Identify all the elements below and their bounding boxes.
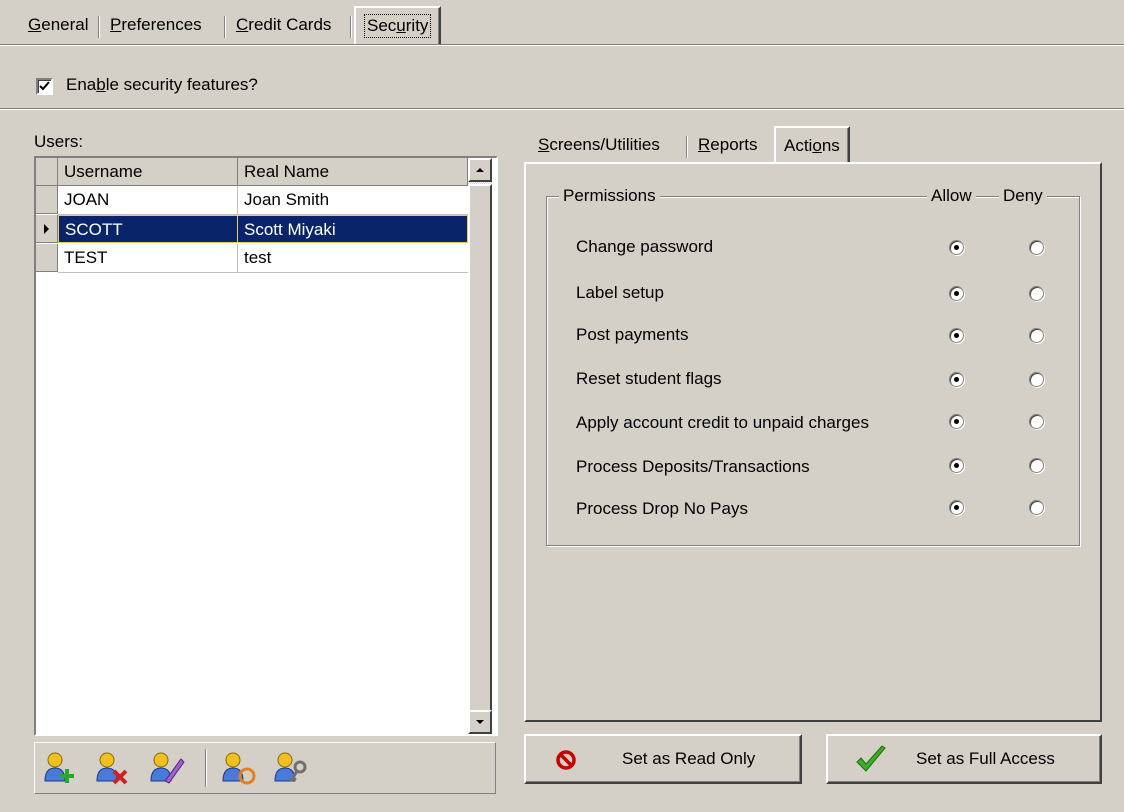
allow-radio-apply-account-credit[interactable] (949, 414, 964, 429)
allow-radio-label-setup[interactable] (949, 286, 964, 301)
permission-label: Reset student flags (576, 369, 722, 388)
row-indicator (36, 215, 58, 243)
delete-user-button[interactable] (95, 751, 131, 785)
users-label: Users: (34, 132, 84, 151)
allow-radio-process-deposits[interactable] (949, 458, 964, 473)
scroll-up-button[interactable] (468, 158, 492, 182)
table-row-username[interactable]: JOAN (58, 186, 238, 214)
deny-radio-process-drop-no-pays[interactable] (1029, 500, 1044, 515)
allow-radio-post-payments[interactable] (949, 328, 964, 343)
deny-radio-process-deposits[interactable] (1029, 458, 1044, 473)
tab-general-rest: eneral (41, 15, 89, 34)
allow-radio-reset-student-flags[interactable] (949, 372, 964, 387)
delete-user-icon (96, 752, 128, 785)
arrow-up-icon (476, 168, 484, 172)
users-vertical-scrollbar[interactable] (468, 158, 492, 734)
permissions-group-label: Permissions (559, 187, 660, 205)
tab-credit-cards[interactable]: Credit Cards (228, 8, 339, 42)
tab-security[interactable]: Security (354, 6, 442, 44)
users-toolbar (34, 742, 496, 794)
enable-security-label[interactable]: Enable security features? (66, 74, 258, 96)
add-user-icon (44, 752, 74, 783)
table-row-real-name-selected[interactable]: Scott Miyaki (238, 215, 468, 243)
copy-user-icon (222, 752, 256, 785)
deny-radio-change-password[interactable] (1029, 240, 1044, 255)
deny-radio-reset-student-flags[interactable] (1029, 372, 1044, 387)
set-read-only-button[interactable]: Set as Read Only (524, 734, 802, 784)
copy-user-button[interactable] (221, 751, 257, 785)
set-full-access-button[interactable]: Set as Full Access (826, 734, 1102, 784)
tab-reports[interactable]: Reports (690, 128, 766, 162)
no-entry-icon (556, 750, 576, 770)
table-row-real-name[interactable]: test (238, 244, 468, 272)
arrow-down-icon (476, 720, 484, 724)
check-mark-icon (39, 81, 50, 91)
grid-corner (36, 158, 58, 186)
table-row-username[interactable]: TEST (58, 244, 238, 272)
allow-radio-process-drop-no-pays[interactable] (949, 500, 964, 515)
check-icon (856, 745, 886, 772)
permission-label: Label setup (576, 283, 664, 302)
tab-preferences[interactable]: Preferences (102, 8, 210, 42)
table-row-username-selected[interactable]: SCOTT (58, 215, 238, 243)
add-user-button[interactable] (43, 751, 79, 785)
user-password-button[interactable] (273, 751, 309, 785)
enable-security-checkbox[interactable] (36, 78, 53, 95)
permission-label: Change password (576, 237, 714, 256)
column-header-username[interactable]: Username (58, 158, 238, 186)
tab-actions[interactable]: Actions (774, 126, 850, 164)
column-header-real-name[interactable]: Real Name (238, 158, 468, 186)
tab-general[interactable]: General (20, 8, 97, 42)
edit-user-icon (150, 752, 185, 784)
set-full-access-label: Set as Full Access (916, 749, 1055, 768)
permission-label: Process Deposits/Transactions (576, 457, 810, 476)
edit-user-button[interactable] (149, 751, 185, 785)
table-row-real-name[interactable]: Joan Smith (238, 186, 468, 214)
current-row-arrow-icon (44, 224, 49, 234)
set-read-only-label: Set as Read Only (622, 749, 756, 768)
deny-radio-apply-account-credit[interactable] (1029, 414, 1044, 429)
allow-column-label: Allow (927, 187, 976, 205)
permission-label: Apply account credit to unpaid charges (576, 413, 869, 432)
deny-radio-post-payments[interactable] (1029, 328, 1044, 343)
users-grid[interactable]: Username Real Name JOAN Joan Smith SCOTT… (34, 156, 498, 736)
scroll-down-button[interactable] (468, 710, 492, 734)
permission-label: Post payments (576, 325, 689, 344)
deny-column-label: Deny (999, 187, 1047, 205)
tab-screens-utilities[interactable]: Screens/Utilities (530, 128, 668, 162)
scroll-thumb[interactable] (468, 184, 492, 714)
user-password-icon (274, 752, 307, 782)
deny-radio-label-setup[interactable] (1029, 286, 1044, 301)
allow-radio-change-password[interactable] (949, 240, 964, 255)
permission-label: Process Drop No Pays (576, 499, 748, 518)
